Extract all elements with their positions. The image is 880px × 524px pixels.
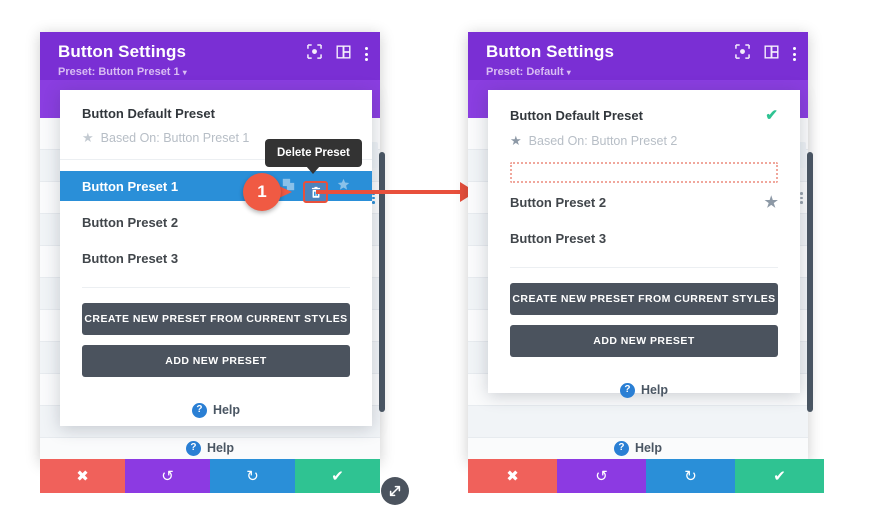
help-label: Help [640,383,669,397]
flow-arrow-line [316,190,464,194]
add-new-preset-button[interactable]: ADD NEW PRESET [82,345,350,377]
action-bar-left: ✖ ↺ ↻ ✔ [40,459,380,493]
help-label: Help [206,441,235,455]
preset-item-label: Button Preset 1 [82,178,179,194]
default-preset-title: Button Default Preset [82,106,215,121]
check-icon: ✔ [765,107,778,124]
star-icon: ★ [510,133,522,148]
create-preset-from-current-styles-button[interactable]: CREATE NEW PRESET FROM CURRENT STYLES [510,283,778,315]
cancel-button[interactable]: ✖ [468,459,557,493]
step-callout-1: 1 [243,173,313,211]
row-options-kebab-icon-right-bg[interactable] [800,192,803,204]
cancel-button[interactable]: ✖ [40,459,125,493]
help-label: Help [634,441,663,455]
redo-button[interactable]: ↻ [210,459,295,493]
header-icon-group-left [307,44,368,64]
default-preset-row[interactable]: Button Default Preset [82,106,350,121]
based-on-label: Based On: Button Preset 2 [528,134,678,148]
background-row [468,406,808,438]
list-item[interactable]: Button Preset 2 ★ [488,187,800,217]
chevron-down-icon: ▾ [566,68,571,77]
help-question-icon: ? [613,440,629,456]
list-item[interactable]: Button Preset 3 [488,223,800,253]
divider [82,287,350,288]
header-icon-group-right [735,44,796,64]
redo-button[interactable]: ↻ [646,459,735,493]
step-number: 1 [243,173,281,211]
default-preset-row[interactable]: Button Default Preset ✔ [510,106,778,124]
preset-item-label: Button Preset 2 [510,194,607,210]
panel-header-right: Button Settings Preset: Default ▾ [468,32,808,80]
layout-columns-icon[interactable] [336,44,351,64]
preset-item-label: Button Preset 3 [510,230,607,246]
screenshot-canvas: Button Settings Preset: Button Preset 1 … [0,0,880,524]
more-options-kebab-icon[interactable] [365,47,368,61]
delete-preset-tooltip: Delete Preset [265,139,362,174]
list-item[interactable]: Button Preset 2 [60,207,372,237]
panel-footer-help-right[interactable]: ? Help [468,438,808,458]
star-icon: ★ [82,130,94,145]
layout-columns-icon[interactable] [764,44,779,64]
preset-selector-right[interactable]: Preset: Default ▾ [486,67,794,78]
preset-dropdown-right: Button Default Preset ✔ ★ Based On: Butt… [488,90,800,398]
default-preset-block-right: Button Default Preset ✔ ★ Based On: Butt… [488,106,800,149]
responsive-preview-icon[interactable] [307,44,322,64]
panel-header-left: Button Settings Preset: Button Preset 1 … [40,32,380,80]
preset-selector-left[interactable]: Preset: Button Preset 1 ▾ [58,67,366,78]
panel-footer-help-left[interactable]: ? Help [40,438,380,458]
help-label: Help [212,403,241,417]
preset-selector-label: Preset: Button Preset 1 [58,66,180,78]
default-preset-title: Button Default Preset [510,107,643,123]
star-icon[interactable]: ★ [765,193,778,211]
preset-item-actions: ★ [765,193,778,211]
help-question-icon: ? [619,382,635,398]
undo-button[interactable]: ↺ [557,459,646,493]
based-on-label: Based On: Button Preset 1 [100,131,250,145]
save-button[interactable]: ✔ [735,459,824,493]
default-preset-based-on: ★ Based On: Button Preset 2 [510,133,778,149]
action-bar-right: ✖ ↺ ↻ ✔ [468,459,824,493]
preset-item-label: Button Preset 2 [82,214,179,230]
preset-card-help-left[interactable]: ? Help [60,401,372,419]
preset-card-help-right[interactable]: ? Help [488,381,800,399]
help-question-icon: ? [185,440,201,456]
add-new-preset-button[interactable]: ADD NEW PRESET [510,325,778,357]
deleted-preset-placeholder [510,162,778,183]
preset-list-left: Button Preset 1 Button Preset 2 Button P… [60,160,372,273]
preset-list-right: Button Preset 2 ★ Button Preset 3 [488,185,800,253]
divider [510,267,778,268]
preset-selector-label: Preset: Default [486,66,564,78]
resize-handle-icon[interactable] [381,477,409,505]
chevron-down-icon: ▾ [182,68,187,77]
undo-button[interactable]: ↺ [125,459,210,493]
list-item[interactable]: Button Preset 3 [60,243,372,273]
save-button[interactable]: ✔ [295,459,380,493]
help-question-icon: ? [191,402,207,418]
create-preset-from-current-styles-button[interactable]: CREATE NEW PRESET FROM CURRENT STYLES [82,303,350,335]
preset-item-label: Button Preset 3 [82,250,179,266]
more-options-kebab-icon[interactable] [793,47,796,61]
responsive-preview-icon[interactable] [735,44,750,64]
panel-scrollbar-right[interactable] [807,152,813,412]
